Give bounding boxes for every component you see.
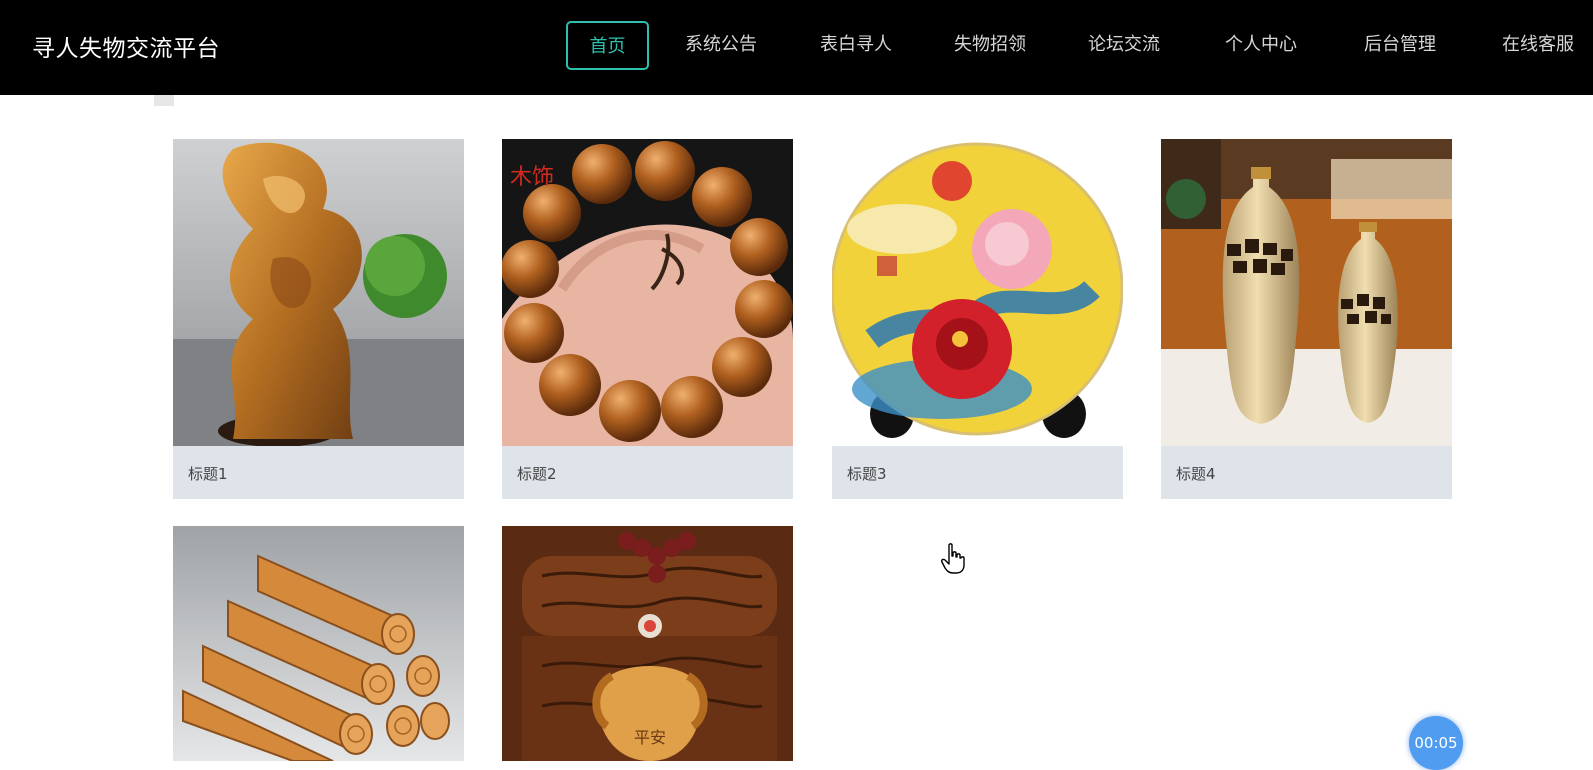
item-card[interactable]: 标题3 (832, 139, 1123, 499)
nav-item-forum[interactable]: 论坛交流 (1079, 21, 1169, 70)
chest-engraving: 平安 (634, 728, 666, 747)
bamboo-scrolls-image (173, 526, 464, 761)
main-nav: 首页 系统公告 表白寻人 失物招领 论坛交流 个人中心 后台管理 在线客服 (566, 21, 1593, 70)
item-card[interactable]: 木饰 标题2 (502, 139, 793, 499)
nav-item-lost-and-found[interactable]: 失物招领 (945, 21, 1035, 70)
item-card[interactable]: 标题1 (173, 139, 464, 499)
item-card[interactable] (173, 526, 464, 761)
carousel-tab-indicator[interactable] (154, 95, 174, 106)
wood-bead-bracelet-image: 木饰 (502, 139, 793, 446)
bracelet-watermark: 木饰 (510, 165, 554, 190)
card-title: 标题1 (188, 465, 228, 483)
nav-item-personal-center[interactable]: 个人中心 (1216, 21, 1306, 70)
hand-cursor-icon (941, 543, 965, 575)
top-navigation-bar: 寻人失物交流平台 首页 系统公告 表白寻人 失物招领 论坛交流 个人中心 后台管… (0, 0, 1593, 95)
card-title: 标题3 (847, 465, 887, 483)
nav-item-confession-search[interactable]: 表白寻人 (811, 21, 901, 70)
card-title: 标题4 (1176, 465, 1216, 483)
nav-item-home[interactable]: 首页 (566, 21, 649, 70)
recording-timer-badge[interactable]: 00:05 (1409, 716, 1463, 770)
wooden-carving-image (173, 139, 464, 446)
item-card[interactable]: 平安 (502, 526, 793, 761)
peony-porcelain-plate-image (832, 139, 1123, 446)
card-title: 标题2 (517, 465, 557, 483)
item-card[interactable]: 标题4 (1161, 139, 1452, 499)
nav-item-announcements[interactable]: 系统公告 (676, 21, 766, 70)
site-title[interactable]: 寻人失物交流平台 (32, 29, 220, 63)
nav-item-admin[interactable]: 后台管理 (1355, 21, 1445, 70)
gold-ceramic-vases-image (1161, 139, 1452, 446)
wooden-treasure-chest-image: 平安 (502, 526, 793, 761)
nav-item-online-service[interactable]: 在线客服 (1493, 21, 1583, 70)
